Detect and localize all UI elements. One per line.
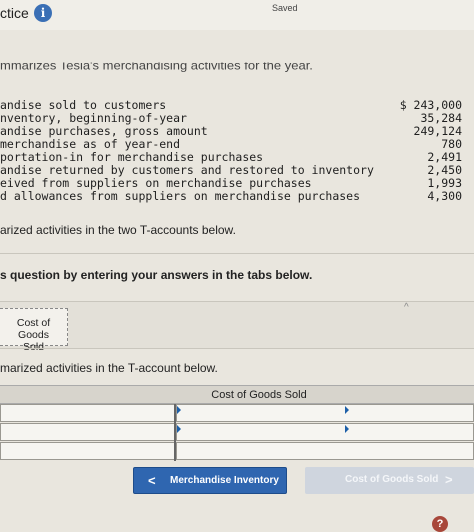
- credit-input[interactable]: [176, 404, 474, 422]
- prev-tab-label: Merchandise Inventory: [170, 475, 279, 486]
- top-bar: ctice i Saved: [0, 0, 474, 30]
- dropdown-marker-icon: [177, 406, 181, 414]
- chevron-left-icon: <: [148, 473, 156, 488]
- saved-status: Saved: [272, 3, 298, 13]
- tab-bar: Cost of Goods Sold: [0, 302, 474, 353]
- info-icon[interactable]: i: [34, 4, 52, 22]
- next-tab-label: Cost of Goods Sold: [345, 474, 439, 485]
- activities-list: andise sold to customers $ 243,000 nvent…: [0, 99, 468, 203]
- activity-label: d allowances from suppliers on merchandi…: [0, 189, 361, 203]
- tab-cost-of-goods-sold[interactable]: Cost of Goods Sold: [0, 308, 68, 353]
- page-title: ctice: [0, 5, 29, 21]
- activity-amount: 4,300: [427, 189, 462, 203]
- tab-label-line2: Sold: [22, 341, 44, 353]
- debit-input[interactable]: [0, 404, 175, 422]
- t-account: Cost of Goods Sold: [0, 385, 474, 461]
- chevron-right-icon: >: [445, 472, 453, 487]
- tab-label-line1: Cost of Goods: [16, 317, 51, 341]
- activity-row: d allowances from suppliers on merchandi…: [0, 190, 468, 203]
- t-account-divider: [174, 404, 176, 461]
- instruction-text: arized activities in the two T-accounts …: [0, 223, 236, 237]
- t-account-title: Cost of Goods Sold: [211, 389, 307, 401]
- credit-input[interactable]: [176, 423, 474, 441]
- next-tab-button[interactable]: Cost of Goods Sold >: [305, 467, 474, 494]
- debit-input[interactable]: [0, 423, 175, 441]
- prev-tab-button[interactable]: < Merchandise Inventory: [133, 467, 287, 494]
- debit-input[interactable]: [0, 442, 175, 460]
- dropdown-marker-icon: [345, 425, 349, 433]
- intro-text: mmarizes Tesia's merchandising activitie…: [0, 62, 313, 73]
- scroll-up-icon[interactable]: ^: [404, 302, 409, 313]
- divider: [0, 348, 474, 349]
- t-account-header: Cost of Goods Sold: [0, 385, 474, 404]
- divider: [0, 253, 474, 254]
- dropdown-marker-icon: [345, 406, 349, 414]
- question-text: s question by entering your answers in t…: [0, 268, 313, 282]
- instruction-text: marized activities in the T-account belo…: [0, 361, 218, 375]
- dropdown-marker-icon: [177, 425, 181, 433]
- credit-input[interactable]: [176, 442, 474, 460]
